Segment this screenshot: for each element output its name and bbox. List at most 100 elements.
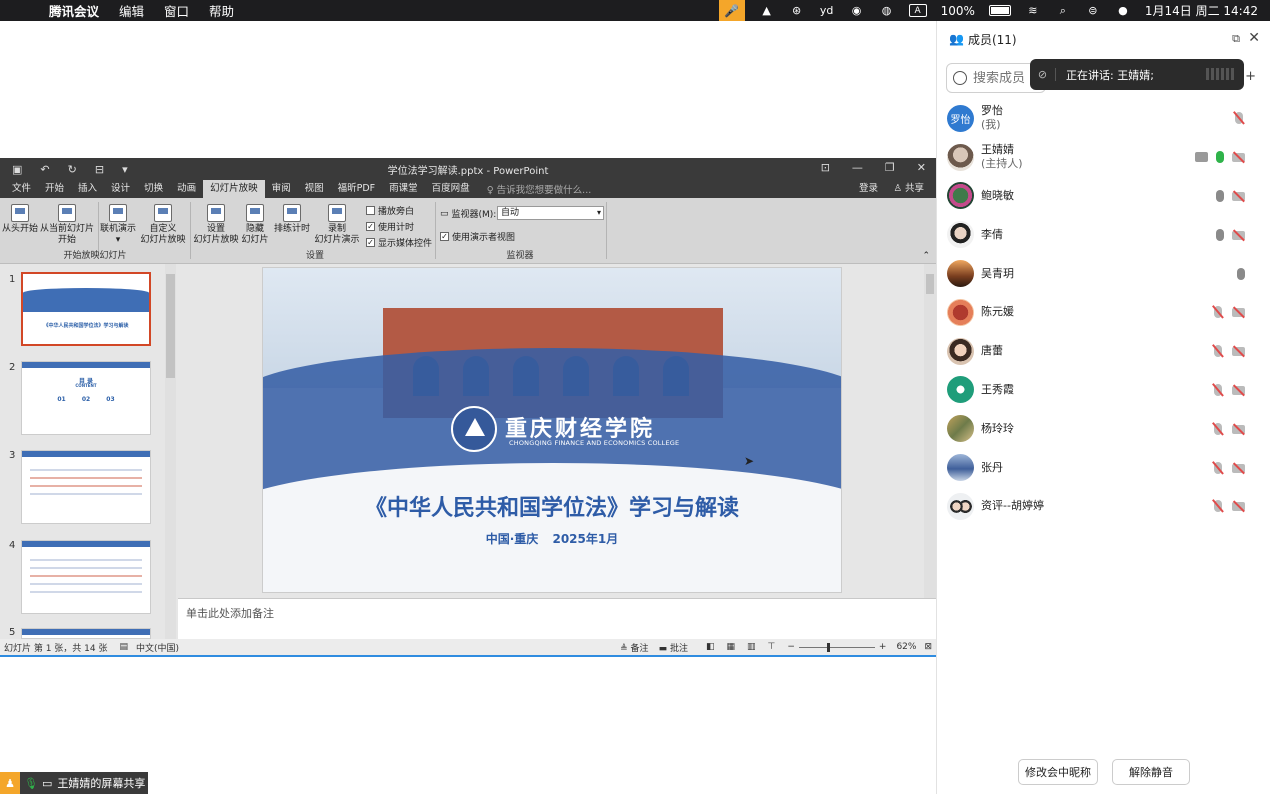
popout-icon[interactable]: ⧉ xyxy=(1232,32,1240,46)
collapse-ribbon-icon[interactable]: ⌃ xyxy=(922,251,930,261)
custom-slideshow-button[interactable]: 自定义 幻灯片放映 xyxy=(138,204,188,246)
presenter-view-checkbox[interactable]: ✓ 使用演示者视图 xyxy=(440,230,515,243)
use-timings-checkbox[interactable]: ✓ 使用计时 xyxy=(366,220,414,233)
zoom-slider[interactable] xyxy=(798,642,875,652)
mic-muted-icon[interactable] xyxy=(1212,500,1224,513)
fit-slide-icon[interactable]: ⊠ xyxy=(924,642,932,652)
menu-window[interactable]: 窗口 xyxy=(164,1,189,20)
member-row[interactable]: 唐蕾 xyxy=(937,332,1270,371)
tell-me-input[interactable]: ♀ 告诉我您想要做什么... xyxy=(487,182,592,196)
mic-status-icon[interactable]: 🎤 xyxy=(718,0,745,21)
play-narration-checkbox[interactable]: 播放旁白 xyxy=(366,204,414,217)
menu-app[interactable]: 腾讯会议 xyxy=(49,1,99,20)
qq-icon[interactable]: ◉ xyxy=(849,4,865,18)
screen-share-badge[interactable]: ♟ 🎙 ▭ 王婧婧的屏幕共享 xyxy=(0,772,148,794)
camera-off-icon[interactable] xyxy=(1232,230,1245,240)
member-row[interactable]: 资评--胡婷婷 xyxy=(937,487,1270,526)
zoom-in-icon[interactable]: + xyxy=(879,642,887,652)
current-slide[interactable]: 重庆财经学院 CHONGQING FINANCE AND ECONOMICS C… xyxy=(262,267,842,593)
wifi-icon[interactable]: ≋ xyxy=(1025,4,1041,18)
show-media-checkbox[interactable]: ✓ 显示媒体控件 xyxy=(366,236,432,249)
input-method-icon[interactable]: A xyxy=(908,4,927,17)
rehearse-timings-button[interactable]: 排练计时 xyxy=(272,204,312,235)
close-icon[interactable]: ✕ xyxy=(917,161,926,174)
sorter-view-icon[interactable]: ▦ xyxy=(726,642,735,652)
tab-design[interactable]: 设计 xyxy=(104,180,137,198)
spellcheck-icon[interactable]: ▤ xyxy=(119,642,128,652)
from-current-button[interactable]: 从当前幻灯片 开始 xyxy=(40,204,94,246)
monitor-select[interactable]: 自动 xyxy=(497,206,604,220)
slide-thumbnail-1[interactable]: 《中华人民共和国学位法》学习与解读 xyxy=(21,272,151,346)
language-status[interactable]: 中文(中国) xyxy=(136,641,179,654)
tab-slideshow[interactable]: 幻灯片放映 xyxy=(203,180,265,198)
reading-view-icon[interactable]: ▥ xyxy=(747,642,756,652)
restore-icon[interactable]: ❐ xyxy=(885,161,895,174)
camera-off-icon[interactable] xyxy=(1232,191,1245,201)
cloud-icon[interactable]: ⊛ xyxy=(789,4,805,18)
ribbon-display-icon[interactable]: ⊡ xyxy=(821,161,830,174)
tab-transitions[interactable]: 切换 xyxy=(137,180,170,198)
close-panel-icon[interactable]: ✕ xyxy=(1248,30,1260,46)
mic-on-icon[interactable] xyxy=(1216,228,1224,241)
member-row[interactable]: 杨玲玲 xyxy=(937,409,1270,448)
rename-nickname-button[interactable]: 修改会中昵称 xyxy=(1018,759,1098,785)
zoom-slider-thumb[interactable] xyxy=(826,642,830,652)
minimize-icon[interactable]: — xyxy=(852,161,863,174)
mic-muted-icon[interactable] xyxy=(1212,345,1224,358)
tab-foxit-pdf[interactable]: 福昕PDF xyxy=(331,180,383,198)
member-row[interactable]: 陈元媛 xyxy=(937,293,1270,332)
slideshow-view-icon[interactable]: ⊤ xyxy=(768,642,776,652)
camera-off-icon[interactable] xyxy=(1232,501,1245,512)
tab-review[interactable]: 审阅 xyxy=(265,180,298,198)
mic-active-icon[interactable] xyxy=(1216,151,1224,164)
zoom-out-icon[interactable]: − xyxy=(787,642,795,652)
tencent-meeting-icon[interactable]: ▲ xyxy=(759,4,775,18)
wechat-icon[interactable]: ◍ xyxy=(879,4,895,18)
camera-off-icon[interactable] xyxy=(1232,346,1245,357)
mic-muted-icon[interactable] xyxy=(1212,422,1224,435)
member-row[interactable]: 王秀霞 xyxy=(937,371,1270,410)
camera-off-icon[interactable] xyxy=(1232,385,1245,395)
setup-slideshow-button[interactable]: 设置 幻灯片放映 xyxy=(193,204,239,246)
mic-muted-icon[interactable] xyxy=(1212,306,1224,319)
slide-thumbnail-3[interactable] xyxy=(21,450,151,524)
tab-animations[interactable]: 动画 xyxy=(170,180,203,198)
mic-muted-icon[interactable] xyxy=(1212,383,1224,396)
member-row[interactable]: 吴青玥 xyxy=(937,254,1270,293)
notes-pane[interactable]: 单击此处添加备注 xyxy=(178,598,936,639)
tab-insert[interactable]: 插入 xyxy=(71,180,104,198)
mic-on-icon[interactable] xyxy=(1216,189,1224,202)
camera-off-icon[interactable] xyxy=(1232,463,1245,473)
normal-view-icon[interactable]: ◧ xyxy=(706,642,715,652)
mic-muted-icon[interactable] xyxy=(1233,112,1245,125)
member-row[interactable]: 鲍晓敏 xyxy=(937,177,1270,216)
youdao-icon[interactable]: yd xyxy=(819,4,835,18)
camera-off-icon[interactable] xyxy=(1232,424,1245,434)
slide-thumbnail-5[interactable] xyxy=(21,628,151,639)
member-row[interactable]: 李倩 xyxy=(937,215,1270,254)
record-slideshow-button[interactable]: 录制 幻灯片演示 xyxy=(312,204,362,246)
login-link[interactable]: 登录 xyxy=(859,180,878,198)
member-row[interactable]: 张丹 xyxy=(937,448,1270,487)
mic-muted-icon[interactable] xyxy=(1212,461,1224,474)
menubar-clock[interactable]: 1月14日 周二 14:42 xyxy=(1145,2,1258,19)
spotlight-icon[interactable]: ⌕ xyxy=(1055,4,1071,18)
mic-on-icon[interactable] xyxy=(1237,267,1245,280)
zoom-level[interactable]: 62% xyxy=(896,642,916,652)
notes-toggle[interactable]: ≜ 备注 xyxy=(620,641,648,654)
from-beginning-button[interactable]: 从头开始 xyxy=(2,204,38,235)
tab-home[interactable]: 开始 xyxy=(38,180,71,198)
slide-thumbnail-2[interactable]: 目 录 CONTENT 01 02 03 xyxy=(21,361,151,435)
control-center-icon[interactable]: ⊜ xyxy=(1085,4,1101,18)
share-button[interactable]: ♙ 共享 xyxy=(893,180,924,198)
thumbnail-scrollbar[interactable] xyxy=(165,264,176,639)
tab-view[interactable]: 视图 xyxy=(298,180,331,198)
scrollbar-thumb[interactable] xyxy=(166,274,175,378)
hide-slide-button[interactable]: 隐藏 幻灯片 xyxy=(240,204,270,246)
camera-off-icon[interactable] xyxy=(1232,152,1245,163)
search-input[interactable] xyxy=(973,70,1033,86)
slide-thumbnail-4[interactable] xyxy=(21,540,151,614)
battery-icon[interactable] xyxy=(988,5,1011,16)
unmute-all-button[interactable]: 解除静音 xyxy=(1112,759,1190,785)
tab-baidu-netdisk[interactable]: 百度网盘 xyxy=(425,180,477,198)
